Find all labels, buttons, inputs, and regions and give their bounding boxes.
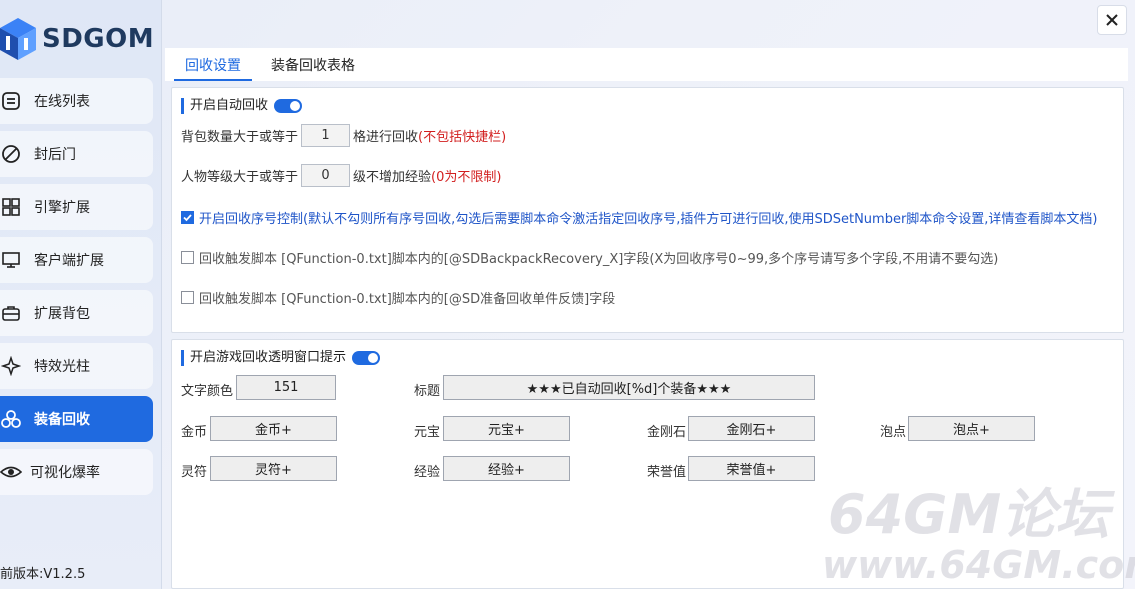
diamond-input[interactable]: 金刚石+ xyxy=(688,416,815,441)
bag-count-input[interactable]: 1 xyxy=(301,124,351,147)
sparkle-icon xyxy=(0,355,22,377)
lingfu-input[interactable]: 灵符+ xyxy=(210,456,337,481)
option-serial-control[interactable]: 开启回收序号控制(默认不勾则所有序号回收,勾选后需要脚本命令激活指定回收序号,插… xyxy=(181,208,1098,227)
level-suffix: 级不增加经验 xyxy=(353,170,432,185)
tip-window-title: 开启游戏回收透明窗口提示 xyxy=(181,350,381,366)
recycle-icon xyxy=(0,408,22,430)
sidebar-item-block-backdoor[interactable]: 封后门 xyxy=(0,131,153,177)
title-label: 标题 xyxy=(414,384,441,399)
logo-text: SDGOM xyxy=(42,24,155,54)
bag-count-suffix: 格进行回收 xyxy=(353,130,419,145)
eye-icon xyxy=(0,461,22,483)
bag-count-prefix: 背包数量大于或等于 xyxy=(181,130,299,145)
tip-window-title-text: 开启游戏回收透明窗口提示 xyxy=(190,350,347,365)
sidebar-item-equip-recycle[interactable]: 装备回收 xyxy=(0,396,153,442)
grid-icon xyxy=(0,196,22,218)
close-button[interactable] xyxy=(1097,5,1127,35)
version-label: 前版本:V1.2.5 xyxy=(0,567,86,582)
trigger-script-single-checkbox[interactable] xyxy=(181,291,194,304)
sidebar-item-engine-ext[interactable]: 引擎扩展 xyxy=(0,184,153,230)
sidebar-item-label: 客户端扩展 xyxy=(34,253,104,269)
watermark-line2: www.64GM.com xyxy=(822,543,1135,587)
trigger-script-x-checkbox[interactable] xyxy=(181,251,194,264)
sidebar-item-label: 引擎扩展 xyxy=(34,200,90,216)
serial-control-label: 开启回收序号控制(默认不勾则所有序号回收,勾选后需要脚本命令激活指定回收序号,插… xyxy=(199,212,1098,227)
auto-recycle-panel: 开启自动回收 背包数量大于或等于 1 格进行回收 (不包括快捷栏) 人物等级大于… xyxy=(171,87,1124,333)
sidebar: SDGOM 在线列表 封后门 引擎扩展 客户端扩展 扩展背包 特效光柱 装备回收… xyxy=(0,0,162,589)
watermark-line1: 64GM论坛 xyxy=(828,483,1110,546)
diamond-label: 金刚石 xyxy=(647,425,687,440)
honor-label: 荣誉值 xyxy=(647,465,687,480)
logo-cube-icon xyxy=(0,18,36,60)
level-note: (0为不限制) xyxy=(431,170,502,185)
auto-recycle-toggle[interactable] xyxy=(274,99,303,113)
exp-input[interactable]: 经验+ xyxy=(443,456,570,481)
exp-label: 经验 xyxy=(414,465,441,480)
close-icon xyxy=(1106,14,1118,26)
tip-window-panel: 开启游戏回收透明窗口提示 文字颜色 151 标题 ★★★已自动回收[%d]个装备… xyxy=(171,339,1135,589)
sidebar-item-label: 特效光柱 xyxy=(34,359,90,375)
paodian-input[interactable]: 泡点+ xyxy=(908,416,1035,441)
level-row: 人物等级大于或等于 0 级不增加经验 (0为不限制) xyxy=(181,164,501,187)
sidebar-item-label: 封后门 xyxy=(34,147,76,163)
title-input[interactable]: ★★★已自动回收[%d]个装备★★★ xyxy=(443,375,815,400)
auto-recycle-title: 开启自动回收 xyxy=(181,98,303,114)
sidebar-item-drop-rate[interactable]: 可视化爆率 xyxy=(0,449,153,495)
tab-recycle-table[interactable]: 装备回收表格 xyxy=(271,55,355,75)
yuanbao-label: 元宝 xyxy=(414,425,441,440)
bag-count-note: (不包括快捷栏) xyxy=(418,130,507,145)
auto-recycle-title-text: 开启自动回收 xyxy=(190,98,269,113)
yuanbao-input[interactable]: 元宝+ xyxy=(443,416,570,441)
sidebar-item-label: 扩展背包 xyxy=(34,306,90,322)
sidebar-item-label: 装备回收 xyxy=(34,412,90,428)
sidebar-item-label: 在线列表 xyxy=(34,94,90,110)
bag-count-row: 背包数量大于或等于 1 格进行回收 (不包括快捷栏) xyxy=(181,124,506,147)
trigger-script-single-label: 回收触发脚本 [QFunction-0.txt]脚本内的[@SD准备回收单件反馈… xyxy=(199,292,616,307)
serial-control-checkbox[interactable] xyxy=(181,211,194,224)
lingfu-label: 灵符 xyxy=(181,465,208,480)
gold-label: 金币 xyxy=(181,425,208,440)
option-trigger-script-x[interactable]: 回收触发脚本 [QFunction-0.txt]脚本内的[@SDBackpack… xyxy=(181,248,998,267)
trigger-script-x-label: 回收触发脚本 [QFunction-0.txt]脚本内的[@SDBackpack… xyxy=(199,252,999,267)
gold-input[interactable]: 金币+ xyxy=(210,416,337,441)
sidebar-item-client-ext[interactable]: 客户端扩展 xyxy=(0,237,153,283)
sidebar-item-effect-pillar[interactable]: 特效光柱 xyxy=(0,343,153,389)
level-prefix: 人物等级大于或等于 xyxy=(181,170,299,185)
list-icon xyxy=(0,90,22,112)
text-color-input[interactable]: 151 xyxy=(236,375,336,400)
monitor-icon xyxy=(0,249,22,271)
honor-input[interactable]: 荣誉值+ xyxy=(688,456,815,481)
sidebar-item-label: 可视化爆率 xyxy=(30,465,100,481)
active-tab-indicator xyxy=(174,79,252,81)
sidebar-item-ext-bag[interactable]: 扩展背包 xyxy=(0,290,153,336)
tab-recycle-settings[interactable]: 回收设置 xyxy=(185,55,241,75)
tip-window-toggle[interactable] xyxy=(352,351,381,365)
block-icon xyxy=(0,143,22,165)
level-input[interactable]: 0 xyxy=(301,164,351,187)
text-color-label: 文字颜色 xyxy=(181,384,234,399)
tab-bar: 回收设置 装备回收表格 xyxy=(165,48,1128,81)
paodian-label: 泡点 xyxy=(880,425,907,440)
option-trigger-script-single[interactable]: 回收触发脚本 [QFunction-0.txt]脚本内的[@SD准备回收单件反馈… xyxy=(181,288,615,307)
bag-icon xyxy=(0,302,22,324)
logo: SDGOM xyxy=(0,14,162,64)
sidebar-item-online-list[interactable]: 在线列表 xyxy=(0,78,153,124)
check-icon xyxy=(183,214,192,222)
